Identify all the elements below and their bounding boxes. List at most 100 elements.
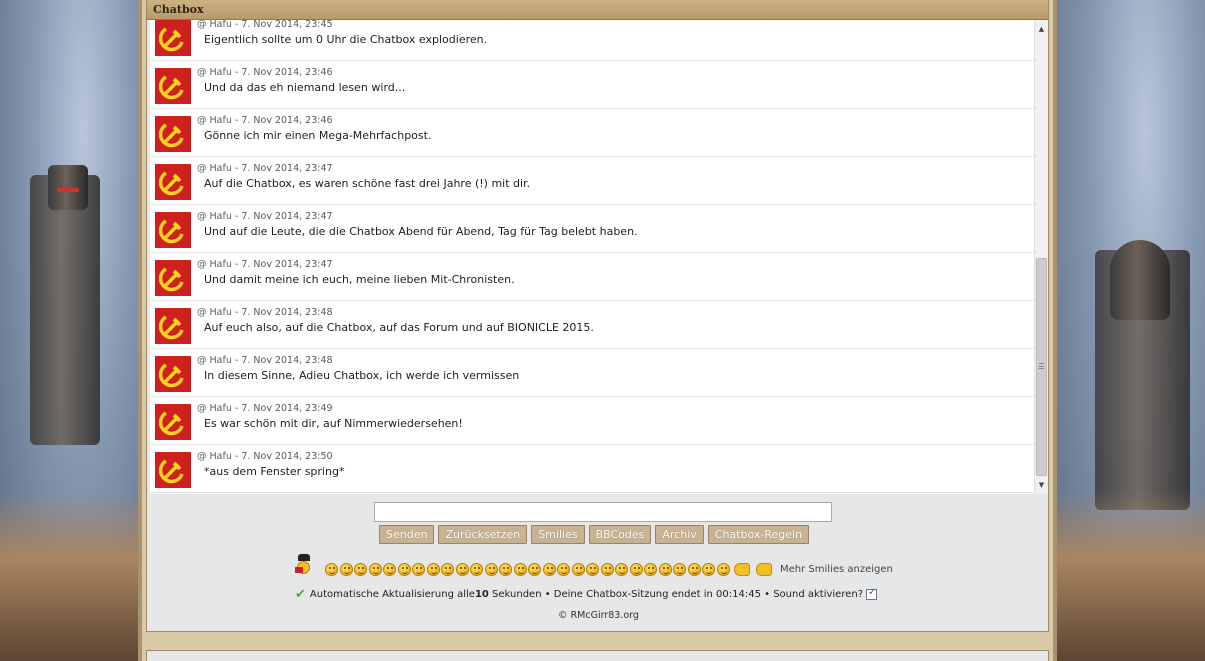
message-meta[interactable]: @ Hafu - 7. Nov 2014, 23:48 [197,307,333,318]
message-text: In diesem Sinne, Adieu Chatbox, ich werd… [204,369,520,382]
smiley-icon[interactable] [339,563,353,576]
chat-message: @ Hafu - 7. Nov 2014, 23:46 Gönne ich mir… [150,109,1035,157]
avatar[interactable] [155,20,191,56]
status-text-1: Automatische Aktualisierung alle [309,589,475,600]
chat-message-input[interactable] [374,502,832,522]
smilies-button[interactable]: Smilies [531,525,585,544]
chat-message: @ Hafu - 7. Nov 2014, 23:48 Auf euch also… [150,301,1035,349]
smiley-icon[interactable] [412,563,425,576]
message-text: Eigentlich sollte um 0 Uhr die Chatbox e… [204,33,488,46]
smiley-icon[interactable] [629,563,643,576]
message-text: Und da das eh niemand lesen wird... [204,81,406,94]
smiley-icon[interactable] [586,563,599,576]
message-meta[interactable]: @ Hafu - 7. Nov 2014, 23:46 [197,67,333,78]
smiley-icon[interactable] [325,563,338,576]
smiley-icon[interactable] [484,563,498,576]
avatar[interactable] [155,212,191,248]
next-panel-edge [146,650,1049,661]
copyright: © RMcGirr83.org [558,610,639,621]
message-meta[interactable]: @ Hafu - 7. Nov 2014, 23:47 [197,259,333,270]
smiley-icon[interactable] [499,563,512,576]
message-list: @ Hafu - 7. Nov 2014, 23:45 Eigentlich so… [150,20,1035,493]
checkmark-icon: ✔ [295,587,306,602]
background-right-art [1055,0,1205,661]
avatar[interactable] [155,260,191,296]
background-left-art [0,0,138,661]
smiley-icon[interactable] [383,563,396,576]
avatar[interactable] [155,164,191,200]
smiley-icon[interactable] [528,563,541,576]
chat-message: @ Hafu - 7. Nov 2014, 23:45 Eigentlich so… [150,20,1035,61]
reset-button[interactable]: Zurücksetzen [438,525,528,544]
avatar[interactable] [155,308,191,344]
button-row: Senden Zurücksetzen Smilies BBCodes Arch… [379,525,810,544]
message-meta[interactable]: @ Hafu - 7. Nov 2014, 23:49 [197,403,333,414]
smiley-icon[interactable] [513,563,527,576]
avatar[interactable] [155,404,191,440]
smiley-icon[interactable] [368,563,382,576]
status-row: ✔ Automatische Aktualisierung alle 10 Se… [295,587,878,602]
message-area[interactable]: @ Hafu - 7. Nov 2014, 23:45 Eigentlich so… [150,20,1048,494]
chat-message: @ Hafu - 7. Nov 2014, 23:48 In diesem Sin… [150,349,1035,397]
input-row [374,502,832,522]
smiley-icon[interactable] [600,563,614,576]
more-smilies-link[interactable]: Mehr Smilies anzeigen [780,564,893,576]
smiley-icon[interactable] [455,563,469,576]
chat-message: @ Hafu - 7. Nov 2014, 23:50 *aus dem Fens… [150,445,1035,493]
smiley-icon[interactable] [673,563,686,576]
smiley-icon[interactable] [615,563,628,576]
scroll-up-arrow-icon[interactable]: ▲ [1035,22,1048,36]
chat-message: @ Hafu - 7. Nov 2014, 23:49 Es war schön … [150,397,1035,445]
smiley-icon[interactable] [687,563,701,576]
smiley-icon[interactable] [571,563,585,576]
bbcodes-button[interactable]: BBCodes [588,525,652,544]
chatbox-panel: Chatbox @ Hafu - 7. Nov 2014, 23:45 Eigen… [146,0,1049,632]
smiley-icon[interactable] [702,563,715,576]
message-meta[interactable]: @ Hafu - 7. Nov 2014, 23:47 [197,163,333,174]
message-meta[interactable]: @ Hafu - 7. Nov 2014, 23:45 [197,20,333,30]
refresh-interval: 10 [474,589,489,600]
smiley-icon[interactable] [644,563,657,576]
sound-checkbox[interactable] [866,587,878,600]
soviet-smiley-icon[interactable] [295,554,313,576]
rules-button[interactable]: Chatbox-Regeln [707,525,810,544]
avatar[interactable] [155,68,191,104]
scroll-thumb[interactable] [1036,258,1047,476]
forum-column: Chatbox @ Hafu - 7. Nov 2014, 23:45 Eigen… [138,0,1057,661]
avatar[interactable] [155,452,191,488]
message-text: Es war schön mit dir, auf Nimmerwiederse… [204,417,463,430]
message-meta[interactable]: @ Hafu - 7. Nov 2014, 23:50 [197,451,333,462]
chat-message: @ Hafu - 7. Nov 2014, 23:47 Und damit mei… [150,253,1035,301]
chatbox-title: Chatbox [147,0,1048,20]
smiley-icon[interactable] [397,563,411,576]
message-text: *aus dem Fenster spring* [204,465,345,478]
avatar[interactable] [155,356,191,392]
message-text: Und damit meine ich euch, meine lieben M… [204,273,515,286]
smiley-icon[interactable] [557,563,570,576]
send-button[interactable]: Senden [379,525,435,544]
chat-message: @ Hafu - 7. Nov 2014, 23:46 Und da das eh… [150,61,1035,109]
message-text: Gönne ich mir einen Mega-Mehrfachpost. [204,129,432,142]
archive-button[interactable]: Archiv [655,525,704,544]
message-text: Auf die Chatbox, es waren schöne fast dr… [204,177,531,190]
message-meta[interactable]: @ Hafu - 7. Nov 2014, 23:46 [197,115,333,126]
message-text: Auf euch also, auf die Chatbox, auf das … [204,321,594,334]
smiley-icon[interactable] [426,563,440,576]
smiley-icon[interactable] [441,563,454,576]
hand-smiley-icon[interactable] [756,563,772,576]
message-text: Und auf die Leute, die die Chatbox Abend… [204,225,638,238]
smilies-bar: Mehr Smilies anzeigen [295,554,893,576]
message-meta[interactable]: @ Hafu - 7. Nov 2014, 23:48 [197,355,333,366]
smiley-icon[interactable] [470,563,483,576]
message-meta[interactable]: @ Hafu - 7. Nov 2014, 23:47 [197,211,333,222]
scroll-down-arrow-icon[interactable]: ▼ [1035,478,1048,492]
hand-smiley-icon[interactable] [734,563,750,576]
scrollbar[interactable]: ▲ ▼ [1034,20,1048,494]
smiley-icon[interactable] [542,563,556,576]
chat-message: @ Hafu - 7. Nov 2014, 23:47 Auf die Chatb… [150,157,1035,205]
smiley-icon[interactable] [658,563,672,576]
smiley-icon[interactable] [354,563,367,576]
smiley-icon[interactable] [716,563,730,576]
avatar[interactable] [155,116,191,152]
chat-message: @ Hafu - 7. Nov 2014, 23:47 Und auf die L… [150,205,1035,253]
